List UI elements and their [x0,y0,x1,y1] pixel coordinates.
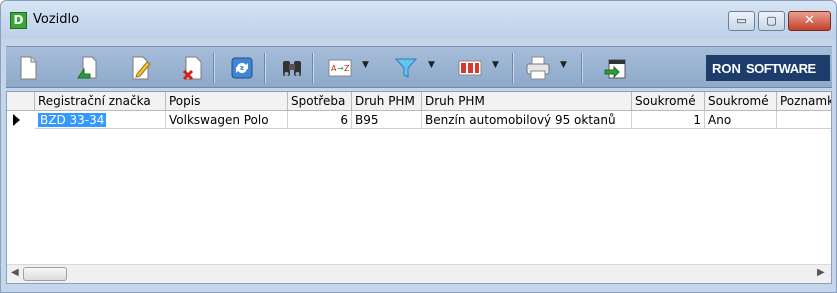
print-dropdown-icon[interactable]: ▼ [560,60,567,70]
maximize-icon: ▢ [766,14,777,27]
toolbar-separator [264,53,266,83]
scroll-right-icon[interactable]: ▶ [817,267,825,278]
toolbar-separator [581,53,583,83]
cell-fuel-code[interactable]: B95 [352,111,422,129]
filter-icon [394,58,418,78]
toolbar-separator [312,53,314,83]
logo-text-software: SOFTWARE [746,61,816,76]
filter-button[interactable] [390,52,422,84]
delete-document-icon [182,56,202,81]
export-button[interactable] [600,52,632,84]
find-button[interactable] [276,52,308,84]
binoculars-icon [283,61,301,76]
close-icon: ✕ [804,13,815,28]
svg-text:Z: Z [344,64,350,73]
printer-icon [526,56,550,80]
logo-text-ron: RON [712,61,741,76]
svg-text:→: → [337,64,344,73]
table-row[interactable]: BZD 33-34 Volkswagen Polo 6 B95 Benzín a… [7,111,831,129]
maximize-button[interactable]: ▢ [758,11,785,31]
sort-dropdown-icon[interactable]: ▼ [362,60,369,70]
sort-button[interactable]: A → Z [324,52,356,84]
columns-button[interactable] [454,52,486,84]
cell-consumption[interactable]: 6 [288,111,352,129]
export-icon [604,59,626,79]
grid-header: Registrační značka Popis Spotřeba Druh P… [7,92,831,111]
cell-description[interactable]: Volkswagen Polo [166,111,288,129]
minimize-button[interactable]: ▭ [728,11,755,31]
minimize-icon: ▭ [736,14,747,27]
ron-software-logo: RON SOFTWARE [706,55,830,81]
columns-dropdown-icon[interactable]: ▼ [492,60,499,70]
scroll-left-icon[interactable]: ◀ [11,267,19,278]
columns-icon [458,60,482,76]
close-button[interactable]: ✕ [788,11,831,31]
selected-cell-text: BZD 33-34 [38,113,107,127]
toolbar: A → Z ▼ ▼ ▼ ▼ RON SOFTWARE [6,46,832,88]
open-document-button[interactable] [72,52,104,84]
column-header-fuel-name[interactable]: Druh PHM [422,92,632,110]
refresh-button[interactable] [226,52,258,84]
new-document-icon [20,56,37,80]
row-indicator-header [7,92,35,110]
edit-document-button[interactable] [124,52,156,84]
vehicle-grid: Registrační značka Popis Spotřeba Druh P… [6,91,832,284]
vozidlo-window: D Vozidlo ▭ ▢ ✕ A → Z ▼ ▼ ▼ ▼ RON SOFTWA… [0,0,837,293]
edit-document-icon [132,56,151,80]
scroll-thumb[interactable] [23,267,67,281]
title-bar: D Vozidlo ▭ ▢ ✕ [1,1,836,39]
filter-dropdown-icon[interactable]: ▼ [428,60,435,70]
cell-registration[interactable]: BZD 33-34 [35,111,166,129]
column-header-description[interactable]: Popis [166,92,288,110]
cell-fuel-name[interactable]: Benzín automobilový 95 oktanů [422,111,632,129]
open-document-icon [77,56,97,79]
cell-private[interactable]: Ano [705,111,777,129]
column-header-private[interactable]: Soukromé [705,92,777,110]
column-header-private-count[interactable]: Soukromé [632,92,705,110]
refresh-icon [231,57,253,79]
column-header-consumption[interactable]: Spotřeba [288,92,352,110]
toolbar-separator [512,53,514,83]
new-document-button[interactable] [12,52,44,84]
app-icon: D [10,12,27,29]
print-button[interactable] [522,52,554,84]
column-header-registration[interactable]: Registrační značka [35,92,166,110]
column-header-note[interactable]: Poznamk [777,92,831,110]
cell-private-count[interactable]: 1 [632,111,705,129]
toolbar-separator [213,53,215,83]
cell-note[interactable] [777,111,831,129]
sort-az-icon: A → Z [328,59,352,77]
column-header-fuel-code[interactable]: Druh PHM [352,92,422,110]
horizontal-scrollbar[interactable]: ◀ ▶ [7,264,831,283]
window-title: Vozidlo [33,12,80,27]
delete-document-button[interactable] [176,52,208,84]
